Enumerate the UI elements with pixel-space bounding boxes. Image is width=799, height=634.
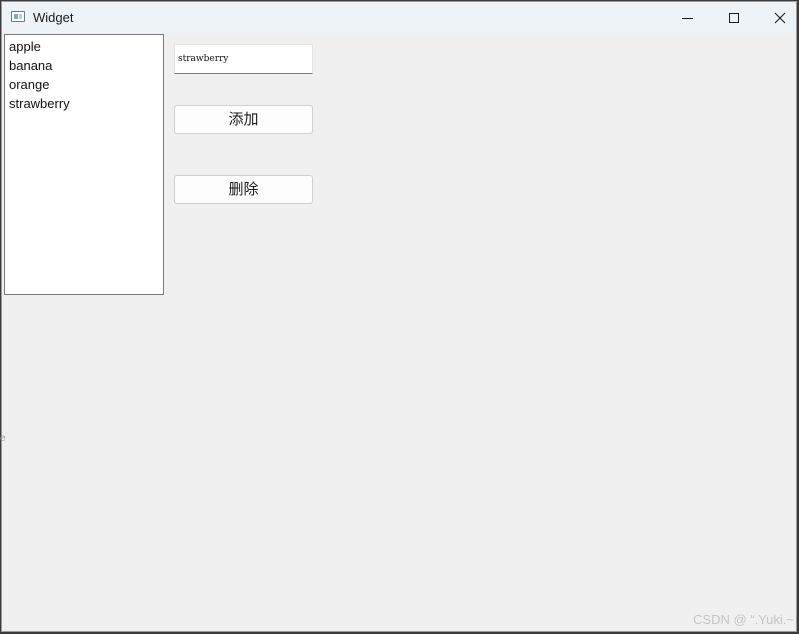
list-item[interactable]: apple [9, 37, 41, 56]
close-icon [774, 12, 786, 24]
delete-button[interactable]: 删除 [174, 175, 313, 204]
item-text-input[interactable] [174, 44, 313, 74]
list-item[interactable]: strawberry [9, 94, 70, 113]
app-window-icon [11, 11, 25, 22]
minimize-button[interactable] [665, 2, 711, 33]
add-button[interactable]: 添加 [174, 105, 313, 134]
maximize-button[interactable] [711, 2, 757, 33]
list-item[interactable]: banana [9, 56, 52, 75]
title-bar[interactable]: Widget [2, 2, 796, 33]
widget-window: Widget apple banana orange strawberry 添加… [1, 1, 797, 632]
close-button[interactable] [757, 2, 796, 33]
minimize-icon [682, 18, 693, 19]
edge-glyph: e [0, 433, 6, 444]
maximize-icon [729, 13, 739, 23]
watermark-text: CSDN @ “.Yuki.~ [693, 612, 794, 627]
list-item[interactable]: orange [9, 75, 49, 94]
window-title: Widget [33, 10, 74, 25]
fruit-list[interactable]: apple banana orange strawberry [4, 34, 164, 295]
